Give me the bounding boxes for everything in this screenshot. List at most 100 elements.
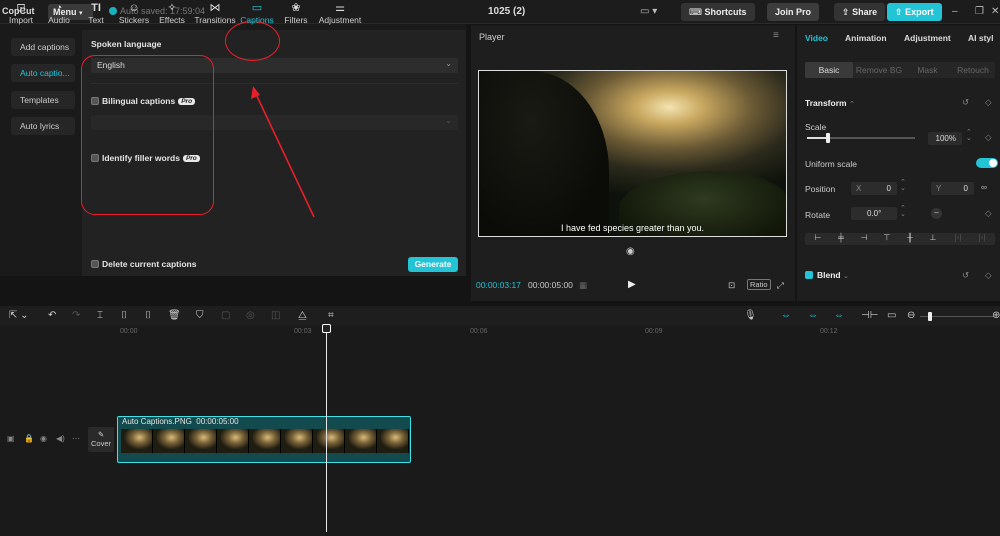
preview-axis-icon[interactable]: ⇔: [834, 310, 844, 321]
tab-stickers[interactable]: ☺ Stickers: [114, 0, 154, 25]
close-icon[interactable]: ✕: [991, 6, 999, 17]
video-preview[interactable]: I have fed species greater than you.: [478, 70, 787, 237]
export-button[interactable]: ⇧ Export: [887, 3, 942, 21]
speaker-icon[interactable]: ◀): [56, 434, 65, 443]
join-pro-button[interactable]: Join Pro: [767, 3, 820, 21]
speed-icon[interactable]: ◉: [626, 246, 635, 257]
align-top-icon[interactable]: ⊤: [876, 233, 898, 242]
position-x-input[interactable]: X0: [851, 182, 897, 195]
distribute-h-icon[interactable]: |◦|: [947, 233, 969, 242]
tab-effects[interactable]: ✧ Effects: [152, 0, 192, 25]
generate-button[interactable]: Generate: [408, 257, 458, 272]
blend-heading[interactable]: Blend ⌄: [805, 270, 849, 280]
subtitle-icon[interactable]: ▭: [887, 310, 896, 321]
subtab-retouch[interactable]: Retouch: [950, 62, 996, 78]
minimize-icon[interactable]: –: [952, 6, 958, 17]
playhead-handle[interactable]: [322, 324, 331, 333]
subtab-remove-bg[interactable]: Remove BG: [853, 62, 905, 78]
mirror-disabled-icon[interactable]: ◫: [271, 310, 280, 321]
sidebar-item-add-captions[interactable]: Add captions: [11, 38, 75, 56]
magnet-icon[interactable]: ⇔: [781, 310, 791, 321]
mark-icon[interactable]: ⛉: [196, 310, 204, 321]
rotate-dial-icon[interactable]: –: [931, 208, 942, 219]
undo-icon[interactable]: ↶: [48, 310, 56, 321]
keyframe-icon[interactable]: ◇: [985, 132, 992, 143]
scale-slider-handle[interactable]: [826, 133, 830, 143]
split-icon[interactable]: ⌶: [97, 310, 103, 321]
delete-captions-option[interactable]: Delete current captions: [91, 259, 196, 269]
tab-animation[interactable]: Animation: [845, 33, 887, 43]
keyframe-icon[interactable]: ◇: [985, 270, 992, 281]
maximize-icon[interactable]: ❐: [975, 6, 984, 17]
rotate-input[interactable]: 0.0°: [851, 207, 897, 220]
share-button[interactable]: ⇪ Share: [834, 3, 886, 21]
scale-input[interactable]: 100%: [928, 132, 962, 145]
delete-captions-checkbox[interactable]: [91, 260, 99, 268]
select-tool-icon[interactable]: ⇱ ⌄: [9, 310, 29, 321]
split-track-icon[interactable]: ⊣⊢: [861, 310, 878, 321]
redo-icon[interactable]: ↷: [72, 310, 80, 321]
link-icon[interactable]: ∞: [981, 182, 987, 192]
align-right-icon[interactable]: ⊣: [853, 233, 875, 242]
align-center-h-icon[interactable]: ╪: [830, 233, 852, 242]
tab-adjustment[interactable]: ⚌ Adjustment: [316, 0, 364, 25]
stepper-icon[interactable]: ⌃ ⌄: [900, 205, 906, 218]
fit-icon[interactable]: ⊡: [728, 280, 735, 291]
tab-text[interactable]: TI Text: [76, 0, 116, 25]
hamburger-icon[interactable]: ≡: [773, 30, 779, 41]
mirror-icon[interactable]: ⧋: [298, 310, 307, 321]
tab-transitions[interactable]: ⋈ Transitions: [194, 0, 236, 25]
stepper-icon[interactable]: ⌃ ⌄: [900, 179, 906, 192]
tab-video[interactable]: Video: [805, 33, 828, 43]
tab-audio[interactable]: ◔ Audio: [39, 0, 79, 25]
position-y-input[interactable]: Y0: [931, 182, 974, 195]
caption-text[interactable]: I have fed species greater than you.: [479, 223, 786, 233]
grid-icon[interactable]: ▦: [579, 280, 587, 291]
align-left-icon[interactable]: ⊢: [807, 233, 829, 242]
keyframe-icon[interactable]: ◇: [985, 208, 992, 219]
reset-icon[interactable]: ↺: [962, 270, 969, 281]
uniform-scale-toggle[interactable]: [976, 158, 998, 168]
freeze-icon[interactable]: ▢: [221, 310, 230, 321]
sidebar-item-auto-lyrics[interactable]: Auto lyrics: [11, 117, 75, 135]
tab-ai-style[interactable]: AI styl: [968, 33, 994, 43]
subtab-mask[interactable]: Mask: [905, 62, 950, 78]
track-cover-icon[interactable]: ▣: [7, 434, 15, 443]
split-right-icon[interactable]: ⌷: [145, 310, 151, 321]
project-title[interactable]: 1025 (2): [488, 6, 525, 17]
tab-import[interactable]: ⊡ Import: [1, 0, 41, 25]
eye-icon[interactable]: ◉: [40, 434, 47, 443]
align-bottom-icon[interactable]: ⊥: [922, 233, 944, 242]
tab-adjustment-props[interactable]: Adjustment: [904, 33, 951, 43]
align-middle-icon[interactable]: ╫: [899, 233, 921, 242]
playhead-line[interactable]: [326, 324, 327, 532]
link-track-icon[interactable]: ⇔: [808, 310, 818, 321]
more-icon[interactable]: ⋯: [72, 434, 80, 443]
split-left-icon[interactable]: ⌷: [121, 310, 127, 321]
ratio-button[interactable]: Ratio: [747, 279, 771, 290]
zoom-in-icon[interactable]: ⊕: [992, 310, 1000, 321]
stepper-icon[interactable]: ⌃ ⌄: [966, 129, 972, 142]
microphone-icon[interactable]: 🎙: [744, 310, 757, 321]
tab-filters[interactable]: ❀ Filters: [276, 0, 316, 25]
distribute-v-icon[interactable]: |◦|: [971, 233, 993, 242]
reset-icon[interactable]: ↺: [962, 97, 969, 108]
keyframe-icon[interactable]: ◇: [985, 97, 992, 108]
sidebar-item-auto-captions[interactable]: Auto captio...: [11, 64, 75, 82]
blend-checkbox[interactable]: [805, 271, 813, 279]
play-icon[interactable]: ▶: [628, 279, 636, 290]
shortcuts-button[interactable]: ⌨ Shortcuts: [681, 3, 755, 21]
video-clip[interactable]: Auto Captions.PNG 00:00:05:00: [117, 416, 411, 463]
sidebar-item-templates[interactable]: Templates: [11, 91, 75, 109]
lock-icon[interactable]: 🔒: [24, 434, 34, 443]
zoom-slider-handle[interactable]: [928, 312, 932, 321]
crop-icon[interactable]: ⌗: [328, 310, 334, 321]
zoom-out-icon[interactable]: ⊖: [907, 310, 915, 321]
layout-icon[interactable]: ▭ ▾: [640, 6, 657, 17]
transform-heading[interactable]: Transform ⌃: [805, 98, 855, 108]
subtab-basic[interactable]: Basic: [805, 62, 853, 78]
fullscreen-icon[interactable]: ⤢: [777, 280, 784, 291]
cover-button[interactable]: ✎ Cover: [88, 427, 114, 452]
reverse-icon[interactable]: ◎: [246, 310, 255, 321]
delete-icon[interactable]: 🗑: [168, 310, 181, 321]
